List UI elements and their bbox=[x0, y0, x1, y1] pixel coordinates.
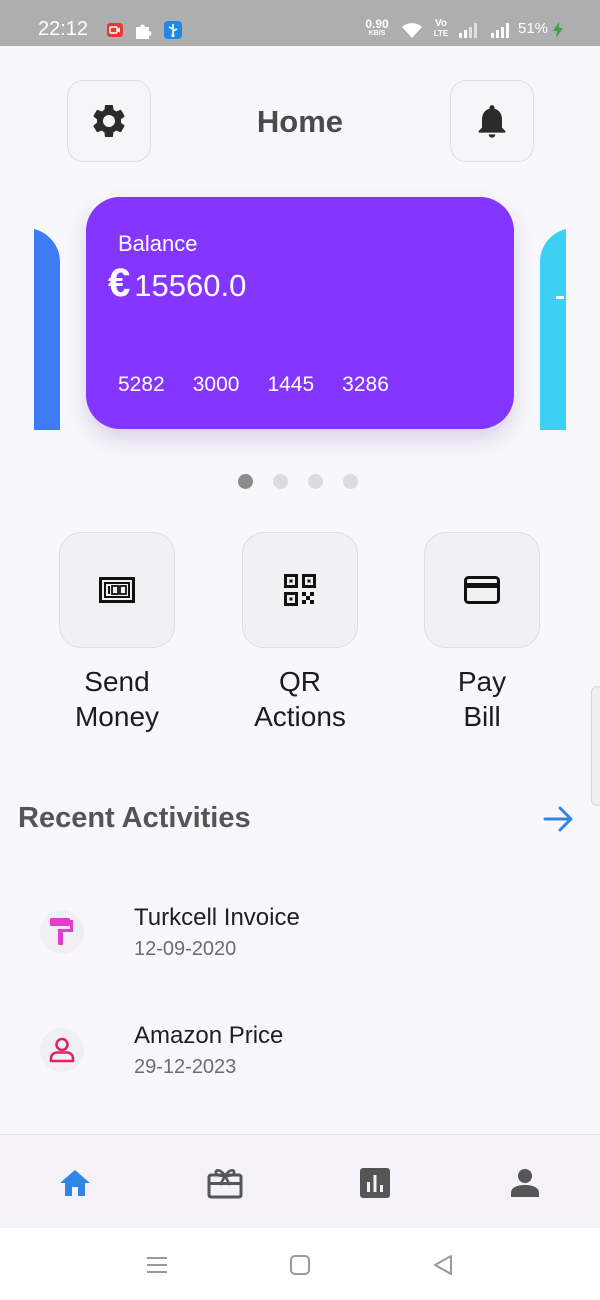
balance-amount: € 15560.0 bbox=[108, 261, 246, 306]
activity-date: 12-09-2020 bbox=[134, 938, 237, 960]
carousel-dot-active[interactable] bbox=[238, 474, 253, 489]
action-label-line: Actions bbox=[254, 701, 346, 732]
activity-title: Turkcell Invoice bbox=[134, 904, 300, 931]
page-title: Home bbox=[256, 104, 344, 139]
puzzle-icon bbox=[136, 24, 152, 39]
carousel-dot[interactable] bbox=[343, 474, 358, 489]
settings-button[interactable] bbox=[67, 80, 151, 162]
balance-value: 15560.0 bbox=[134, 268, 247, 303]
volte-icon: Vo LTE bbox=[430, 19, 452, 39]
back-triangle-icon bbox=[434, 1255, 452, 1275]
bell-icon bbox=[478, 105, 506, 138]
activity-item[interactable]: Turkcell Invoice 12-09-2020 bbox=[0, 904, 600, 990]
screen-record-icon bbox=[107, 23, 123, 37]
card-number-group: 3286 bbox=[342, 373, 389, 396]
gift-card-icon bbox=[207, 1169, 243, 1199]
carousel-dot[interactable] bbox=[308, 474, 323, 489]
balance-label: Balance bbox=[118, 231, 198, 256]
status-bar: 22:12 0.90 KB/S Vo LTE 51% bbox=[0, 0, 600, 46]
carousel-indicator bbox=[238, 474, 358, 489]
qr-actions-action[interactable]: QR Actions bbox=[241, 532, 359, 734]
nav-gifts[interactable] bbox=[205, 1163, 245, 1203]
notifications-button[interactable] bbox=[450, 80, 534, 162]
currency-symbol: € bbox=[108, 261, 131, 305]
person-icon bbox=[511, 1169, 539, 1197]
previous-card[interactable] bbox=[34, 228, 60, 430]
activity-icon bbox=[40, 1028, 84, 1072]
action-label: Pay Bill bbox=[423, 664, 541, 734]
action-label-line: Money bbox=[74, 701, 160, 732]
volte-top: Vo bbox=[434, 18, 448, 29]
credit-card-icon bbox=[464, 576, 500, 604]
signal-icon bbox=[459, 23, 477, 38]
person-icon bbox=[49, 1037, 75, 1063]
activity-icon bbox=[40, 910, 84, 954]
action-label-line: Bill bbox=[463, 701, 501, 732]
bottom-navigation bbox=[0, 1134, 600, 1228]
qr-code-icon bbox=[284, 574, 316, 606]
activity-date: 29-12-2023 bbox=[134, 1056, 237, 1078]
action-label: QR Actions bbox=[241, 664, 359, 734]
action-label-line: Pay bbox=[457, 666, 507, 697]
arrow-right-icon[interactable] bbox=[542, 804, 576, 834]
wifi-icon bbox=[402, 23, 422, 38]
scrollbar-handle[interactable] bbox=[591, 686, 600, 806]
back-button[interactable] bbox=[428, 1250, 458, 1280]
nav-profile[interactable] bbox=[505, 1163, 545, 1203]
activity-item[interactable]: Amazon Price 29-12-2023 bbox=[0, 1022, 600, 1108]
balance-card[interactable]: Balance € 15560.0 5282 3000 1445 3286 bbox=[86, 197, 514, 429]
action-label-line: Send bbox=[84, 666, 150, 697]
recents-button[interactable] bbox=[142, 1250, 172, 1280]
next-card[interactable] bbox=[540, 228, 566, 430]
nav-home[interactable] bbox=[55, 1163, 95, 1203]
action-label: Send Money bbox=[58, 664, 176, 734]
send-money-action[interactable]: Send Money bbox=[58, 532, 176, 734]
net-speed: 0.90 KB/S bbox=[362, 17, 392, 39]
net-speed-value: 0.90 bbox=[365, 17, 389, 31]
carousel-dot[interactable] bbox=[273, 474, 288, 489]
charging-icon bbox=[553, 22, 563, 38]
card-number-group: 3000 bbox=[192, 373, 240, 396]
pay-bill-action[interactable]: Pay Bill bbox=[423, 532, 541, 734]
volte-bottom: LTE bbox=[433, 29, 449, 38]
status-time: 22:12 bbox=[38, 18, 89, 40]
app-screen: 22:12 0.90 KB/S Vo LTE 51% Home Balance … bbox=[0, 0, 600, 1300]
home-square-icon bbox=[290, 1255, 310, 1275]
send-money-button[interactable] bbox=[59, 532, 175, 648]
home-system-button[interactable] bbox=[285, 1250, 315, 1280]
activity-title: Amazon Price bbox=[134, 1022, 284, 1049]
pay-bill-button[interactable] bbox=[424, 532, 540, 648]
recent-activities-title: Recent Activities bbox=[18, 802, 251, 834]
qr-actions-button[interactable] bbox=[242, 532, 358, 648]
signal-icon bbox=[491, 23, 509, 38]
nav-statistics[interactable] bbox=[355, 1163, 395, 1203]
system-navigation bbox=[0, 1228, 600, 1300]
paint-roller-icon bbox=[50, 918, 73, 945]
card-number-group: 5282 bbox=[118, 373, 165, 396]
card-number-group: 1445 bbox=[267, 373, 315, 396]
card-glyph bbox=[556, 296, 564, 299]
bar-chart-icon bbox=[360, 1168, 390, 1198]
menu-icon bbox=[147, 1257, 167, 1273]
home-icon bbox=[60, 1170, 90, 1196]
action-label-line: QR bbox=[279, 666, 321, 697]
gear-icon bbox=[93, 104, 125, 137]
card-number: 5282 3000 1445 3286 bbox=[118, 373, 389, 397]
battery-level: 51% bbox=[518, 20, 549, 37]
money-icon bbox=[99, 577, 135, 603]
usb-icon bbox=[164, 21, 182, 39]
